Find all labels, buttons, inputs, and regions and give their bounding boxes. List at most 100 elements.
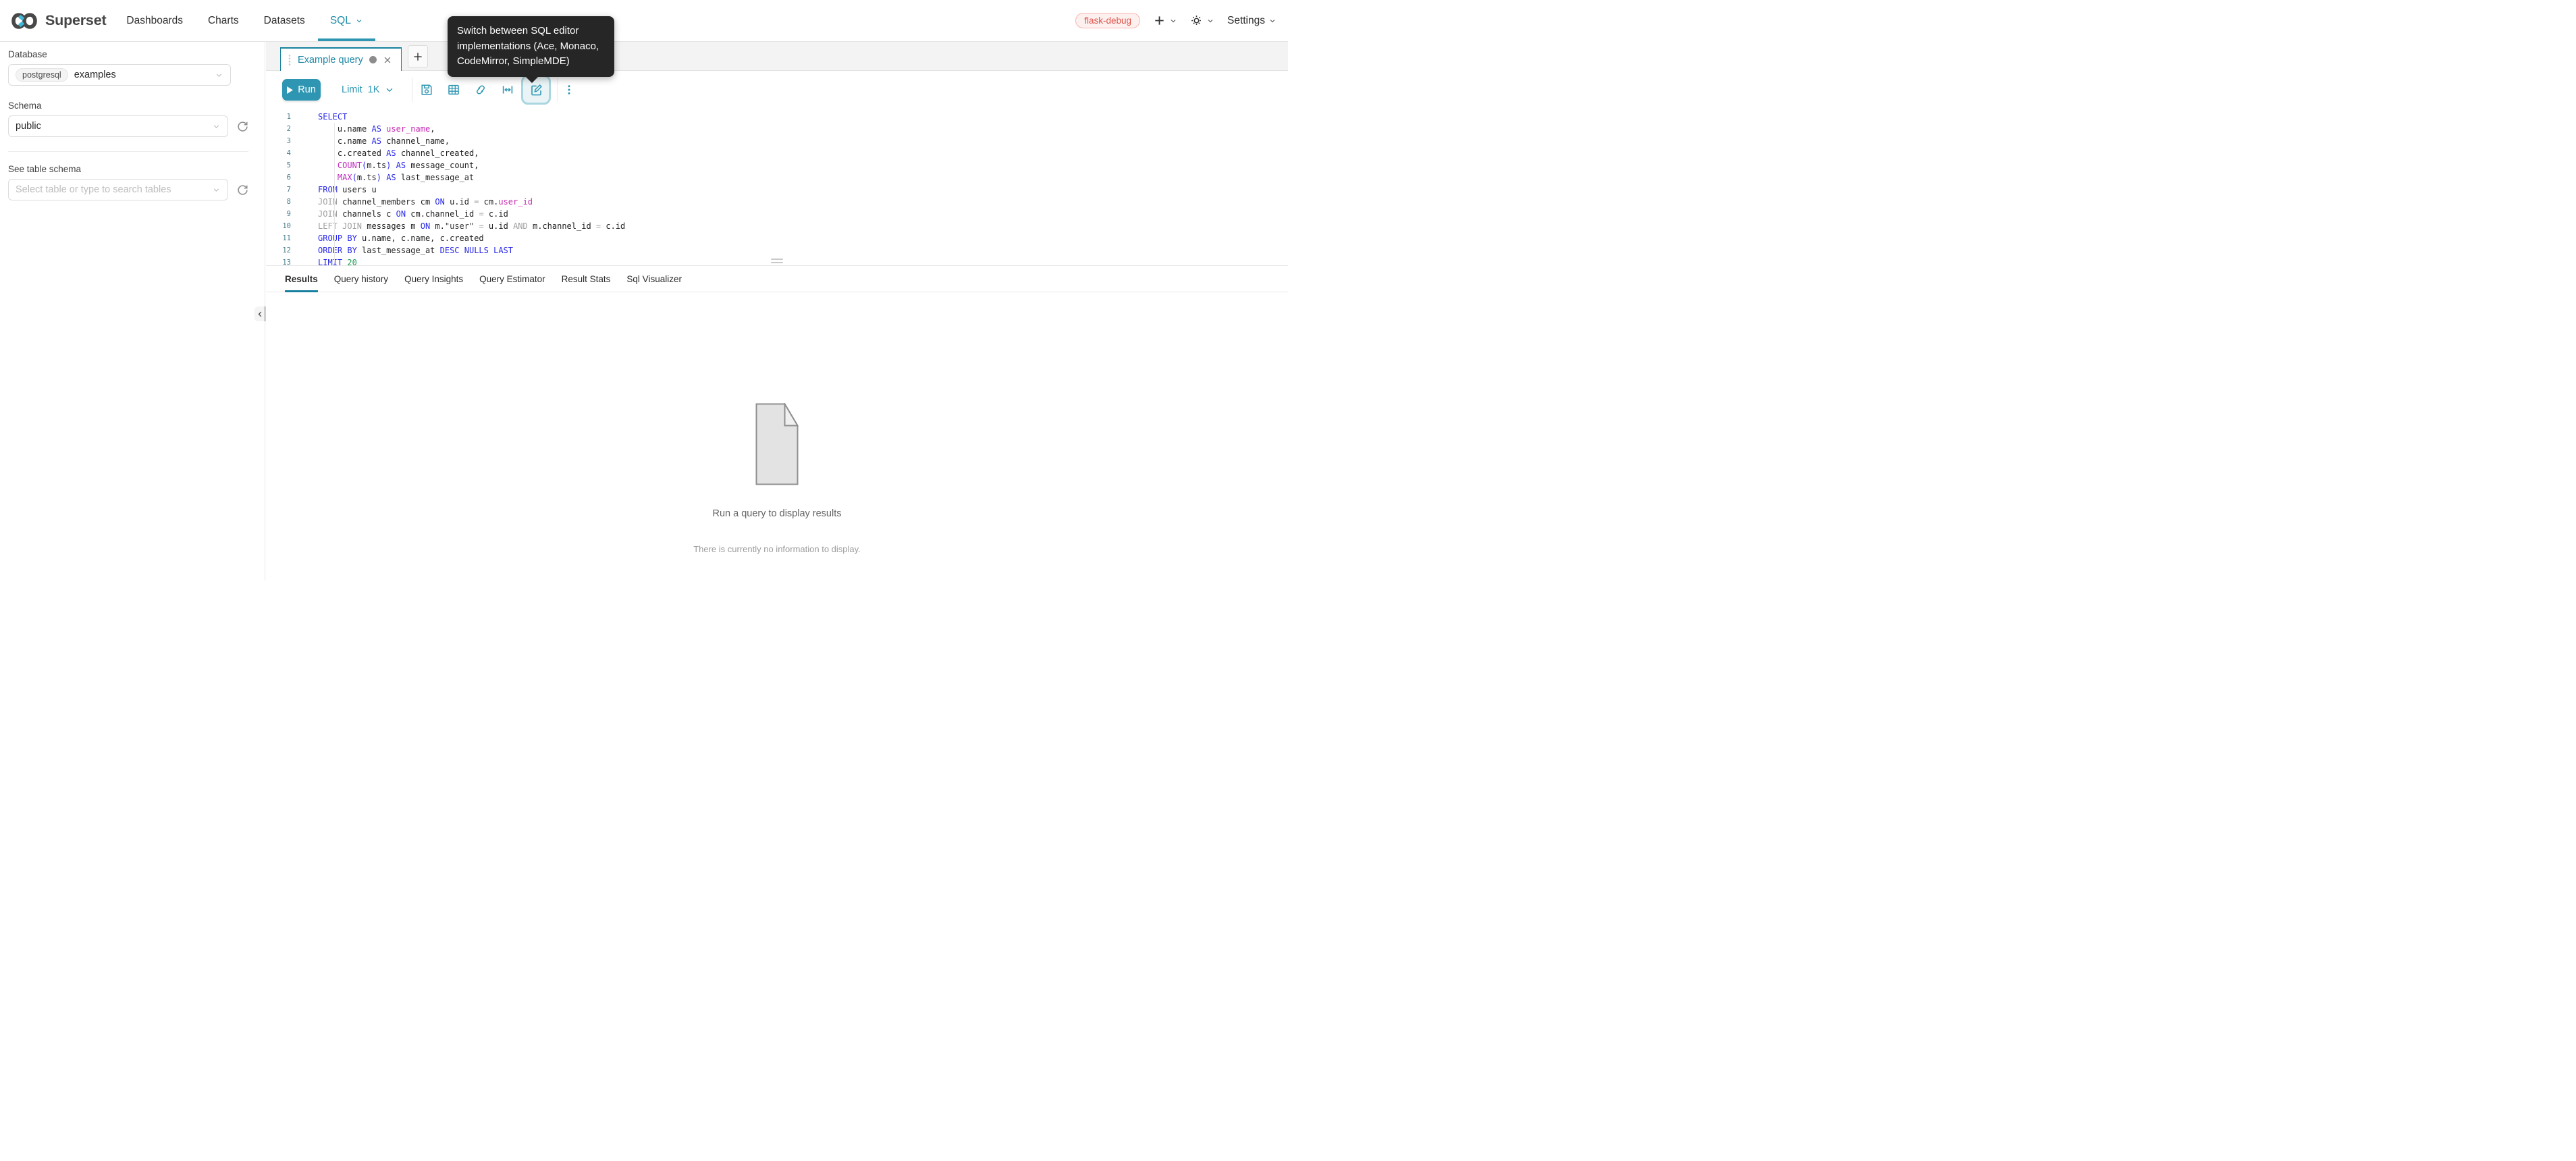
query-tab-label: Example query — [298, 55, 363, 65]
drag-handle-icon[interactable] — [288, 54, 292, 66]
sun-icon — [1190, 14, 1203, 27]
results-tab-result-stats[interactable]: Result Stats — [562, 266, 611, 292]
save-query-button[interactable] — [419, 82, 434, 97]
empty-state-title: Run a query to display results — [266, 508, 1288, 519]
results-tab-query-insights[interactable]: Query Insights — [404, 266, 463, 292]
results-tab-query-estimator[interactable]: Query Estimator — [479, 266, 545, 292]
database-select[interactable]: postgresql examples — [8, 64, 231, 86]
sidebar: Database postgresql examples Schema publ… — [0, 41, 265, 580]
chevron-left-icon — [257, 310, 264, 318]
code-line: LEFT JOIN messages m ON m."user" = u.id … — [318, 220, 1288, 232]
code-line: COUNT(m.ts) AS message_count, — [318, 159, 1288, 171]
results-tabbar: Results Query history Query Insights Query … — [266, 266, 1288, 292]
schema-select[interactable]: public — [8, 115, 228, 137]
run-button-label: Run — [298, 84, 316, 95]
nav-item-sql[interactable]: SQL — [330, 0, 363, 41]
add-tab-button[interactable] — [408, 45, 428, 68]
line-number: 7 — [266, 184, 291, 196]
toolbar-divider — [557, 78, 558, 102]
nav-item-label: Charts — [208, 15, 239, 27]
nav-item-dashboards[interactable]: Dashboards — [126, 0, 183, 41]
chevron-down-icon — [1268, 17, 1277, 25]
code-line: JOIN channel_members cm ON u.id = cm.use… — [318, 196, 1288, 208]
schema-label: Schema — [8, 101, 248, 111]
results-tab-query-history[interactable]: Query history — [334, 266, 388, 292]
refresh-schemas-button[interactable] — [237, 121, 248, 132]
refresh-icon — [237, 121, 248, 132]
chevron-down-icon — [215, 71, 223, 80]
code-line: LIMIT 20 — [318, 256, 1288, 265]
preview-table-button[interactable] — [446, 82, 461, 97]
indent-guide — [334, 123, 335, 263]
results-tab-results[interactable]: Results — [285, 266, 318, 292]
new-item-menu[interactable] — [1153, 14, 1177, 27]
switch-editor-tooltip: Switch between SQL editor implementation… — [448, 16, 614, 77]
sidebar-resize-handle[interactable] — [264, 306, 266, 321]
settings-menu[interactable]: Settings — [1227, 15, 1277, 27]
line-number: 10 — [266, 220, 291, 232]
copy-link-button[interactable] — [473, 82, 488, 97]
run-query-button[interactable]: Run — [282, 79, 321, 101]
chevron-down-icon — [385, 85, 394, 94]
chevron-down-icon — [355, 17, 363, 25]
line-number: 11 — [266, 232, 291, 244]
line-number: 12 — [266, 244, 291, 256]
chevron-down-icon — [1206, 17, 1214, 25]
more-options-button[interactable] — [562, 82, 576, 97]
chevron-down-icon — [212, 186, 221, 194]
theme-menu[interactable] — [1190, 14, 1214, 27]
database-value: examples — [74, 70, 116, 80]
code-line: ORDER BY last_message_at DESC NULLS LAST — [318, 244, 1288, 256]
environment-badge: flask-debug — [1075, 13, 1140, 28]
line-number: 5 — [266, 159, 291, 171]
refresh-icon — [237, 184, 248, 196]
nav-item-label: Datasets — [264, 15, 305, 27]
superset-logo[interactable]: Superset — [0, 11, 106, 31]
code-line: FROM users u — [318, 184, 1288, 196]
navbar-right: flask-debug Settings — [1075, 13, 1288, 28]
code-line: JOIN channels c ON cm.channel_id = c.id — [318, 208, 1288, 220]
document-icon — [755, 403, 799, 485]
line-number: 9 — [266, 208, 291, 220]
sql-editor[interactable]: 12345678910111213 SELECT u.name AS user_… — [266, 109, 1288, 265]
link-icon — [474, 83, 487, 97]
empty-state-subtitle: There is currently no information to dis… — [266, 544, 1288, 554]
table-select[interactable]: Select table or type to search tables — [8, 179, 228, 200]
refresh-tables-button[interactable] — [237, 184, 248, 196]
superset-infinity-icon — [9, 11, 39, 31]
edit-icon — [529, 83, 543, 97]
save-icon — [420, 83, 433, 97]
main-panel: Example query Run Limit 1K — [266, 41, 1288, 580]
code-line: GROUP BY u.name, c.name, c.created — [318, 232, 1288, 244]
play-icon — [287, 86, 293, 94]
query-tab[interactable]: Example query — [280, 47, 402, 71]
nav-item-charts[interactable]: Charts — [208, 0, 239, 41]
editor-toolbar: Run Limit 1K — [266, 71, 1288, 109]
nav-items: Dashboards Charts Datasets SQL — [126, 0, 363, 41]
estimate-cost-button[interactable] — [500, 82, 515, 97]
sql-lab-app: Superset Dashboards Charts Datasets SQL … — [0, 0, 1288, 580]
code-line: c.name AS channel_name, — [318, 135, 1288, 147]
code-line: SELECT — [318, 111, 1288, 123]
settings-label: Settings — [1227, 15, 1265, 27]
database-label: Database — [8, 49, 248, 59]
line-number: 1 — [266, 111, 291, 123]
line-number: 4 — [266, 147, 291, 159]
plus-icon — [1153, 14, 1166, 27]
code-line: u.name AS user_name, — [318, 123, 1288, 135]
row-limit-dropdown[interactable]: Limit 1K — [342, 84, 394, 95]
line-number: 2 — [266, 123, 291, 135]
line-number: 8 — [266, 196, 291, 208]
results-tab-sql-visualizer[interactable]: Sql Visualizer — [626, 266, 682, 292]
plus-icon — [412, 51, 423, 62]
schema-value: public — [16, 121, 41, 132]
chevron-down-icon — [1169, 17, 1177, 25]
table-select-placeholder: Select table or type to search tables — [16, 184, 171, 195]
nav-item-datasets[interactable]: Datasets — [264, 0, 305, 41]
close-icon[interactable] — [383, 55, 392, 65]
code-line: c.created AS channel_created, — [318, 147, 1288, 159]
limit-label: Limit — [342, 84, 363, 95]
editor-resize-handle[interactable] — [771, 259, 783, 264]
kebab-menu-icon — [562, 83, 576, 97]
sidebar-divider — [8, 151, 248, 152]
